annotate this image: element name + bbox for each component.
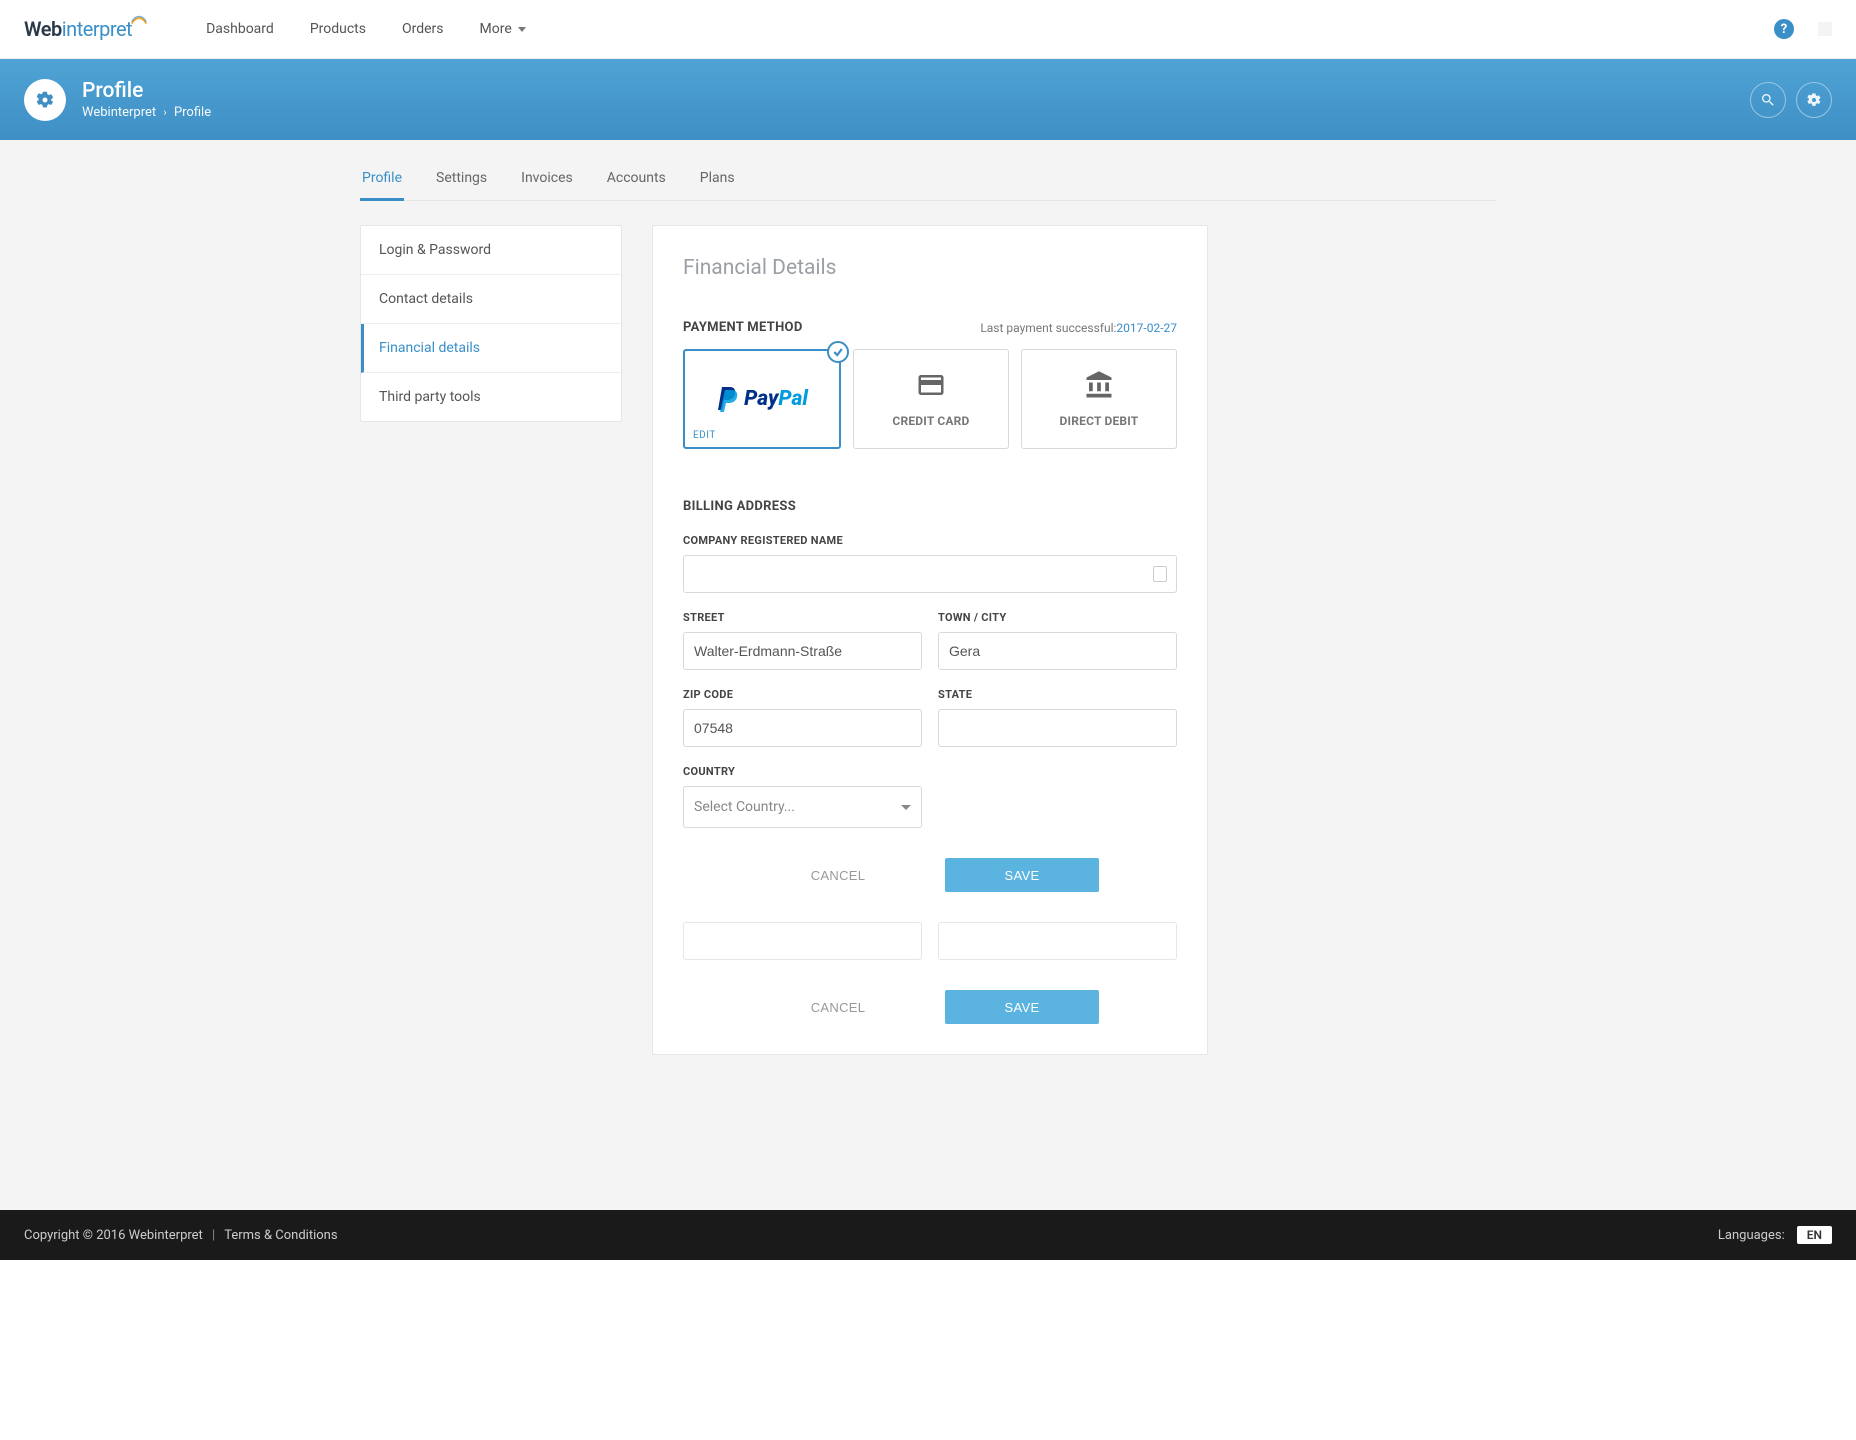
country-label: COUNTRY (683, 765, 922, 778)
chevron-down-icon (901, 805, 911, 810)
zip-input[interactable] (683, 709, 922, 747)
page-header: Profile Webinterpret › Profile (0, 59, 1856, 140)
button-row-2: CANCEL SAVE (683, 990, 1177, 1024)
sidenav-financial-details[interactable]: Financial details (361, 324, 621, 373)
help-icon[interactable]: ? (1774, 19, 1794, 39)
paypal-logo: PayPal (716, 385, 808, 413)
nav-more[interactable]: More (462, 0, 544, 59)
columns: Login & Password Contact details Financi… (360, 225, 1496, 1055)
sidenav-login-password[interactable]: Login & Password (361, 226, 621, 275)
sidenav-third-party-tools[interactable]: Third party tools (361, 373, 621, 421)
nav-dashboard[interactable]: Dashboard (188, 0, 292, 59)
autofill-icon (1153, 566, 1167, 582)
bank-icon (1084, 370, 1114, 404)
save-button-2[interactable]: SAVE (945, 990, 1099, 1024)
last-payment-date: 2017-02-27 (1116, 321, 1177, 335)
cancel-button-1[interactable]: CANCEL (761, 858, 915, 892)
state-label: STATE (938, 688, 1177, 701)
country-select[interactable]: Select Country... (683, 786, 922, 828)
country-placeholder: Select Country... (694, 799, 795, 815)
town-label: TOWN / CITY (938, 611, 1177, 624)
footer: Copyright © 2016 Webinterpret | Terms & … (0, 1210, 1856, 1260)
paypal-edit-link[interactable]: EDIT (693, 430, 716, 441)
state-input[interactable] (938, 709, 1177, 747)
footer-terms-link[interactable]: Terms & Conditions (224, 1228, 337, 1243)
tab-invoices[interactable]: Invoices (519, 170, 575, 200)
cancel-button-2[interactable]: CANCEL (761, 990, 915, 1024)
footer-copyright: Copyright © 2016 Webinterpret (24, 1228, 203, 1243)
nav-more-label: More (480, 21, 512, 37)
header-actions (1750, 82, 1832, 118)
payment-direct-debit[interactable]: DIRECT DEBIT (1021, 349, 1177, 449)
page-title: Profile (82, 79, 211, 103)
paypal-p-icon (716, 385, 740, 413)
languages-label: Languages: (1718, 1228, 1785, 1243)
crumb-leaf: Profile (174, 105, 211, 120)
page-body: Profile Settings Invoices Accounts Plans… (0, 140, 1856, 1210)
tab-accounts[interactable]: Accounts (605, 170, 668, 200)
billing-address-label: BILLING ADDRESS (683, 499, 1177, 514)
ghost-input-1[interactable] (683, 922, 922, 960)
last-payment-label: Last payment successful: (980, 321, 1116, 335)
town-input[interactable] (938, 632, 1177, 670)
header-search-button[interactable] (1750, 82, 1786, 118)
save-button-1[interactable]: SAVE (945, 858, 1099, 892)
header-gear-circle (24, 79, 66, 121)
top-nav: Webinterpret Dashboard Products Orders M… (0, 0, 1856, 59)
ghost-row (683, 922, 1177, 960)
crumb-root[interactable]: Webinterpret (82, 105, 156, 120)
payment-credit-card[interactable]: CREDIT CARD (853, 349, 1009, 449)
profile-chip-icon[interactable] (1818, 22, 1832, 36)
tab-settings[interactable]: Settings (434, 170, 489, 200)
company-label: COMPANY REGISTERED NAME (683, 534, 1177, 547)
search-icon (1760, 92, 1776, 108)
topnav-items: Dashboard Products Orders More (188, 0, 544, 59)
language-chip[interactable]: EN (1797, 1226, 1832, 1244)
button-row-1: CANCEL SAVE (683, 858, 1177, 892)
nav-products[interactable]: Products (292, 0, 384, 59)
last-payment: Last payment successful:2017-02-27 (980, 321, 1177, 335)
company-input[interactable] (683, 555, 1177, 593)
page-header-left: Profile Webinterpret › Profile (24, 79, 211, 121)
paypal-pay: Pay (744, 387, 778, 411)
zip-label: ZIP CODE (683, 688, 922, 701)
tabs: Profile Settings Invoices Accounts Plans (360, 140, 1496, 201)
logo-interpret: interpret (62, 17, 132, 41)
footer-left: Copyright © 2016 Webinterpret | Terms & … (24, 1228, 338, 1243)
check-icon (827, 341, 849, 363)
financial-details-card: Financial Details PAYMENT METHOD Last pa… (652, 225, 1208, 1055)
street-input[interactable] (683, 632, 922, 670)
logo[interactable]: Webinterpret (24, 14, 148, 44)
sidenav-contact-details[interactable]: Contact details (361, 275, 621, 324)
direct-debit-label: DIRECT DEBIT (1060, 414, 1139, 428)
street-label: STREET (683, 611, 922, 624)
caret-down-icon (518, 27, 526, 32)
payment-paypal[interactable]: PayPal EDIT (683, 349, 841, 449)
footer-right: Languages: EN (1718, 1226, 1832, 1244)
header-titles: Profile Webinterpret › Profile (82, 79, 211, 120)
gear-icon (35, 90, 55, 110)
logo-web: Web (24, 17, 62, 41)
footer-sep: | (212, 1228, 215, 1243)
ghost-input-2[interactable] (938, 922, 1177, 960)
logo-swirl-icon (130, 14, 148, 26)
credit-card-label: CREDIT CARD (892, 414, 969, 428)
side-nav: Login & Password Contact details Financi… (360, 225, 622, 422)
company-input-wrap (683, 555, 1177, 593)
credit-card-icon (916, 370, 946, 404)
nav-orders[interactable]: Orders (384, 0, 462, 59)
tab-profile[interactable]: Profile (360, 170, 404, 200)
topnav-right: ? (1774, 19, 1832, 39)
breadcrumb: Webinterpret › Profile (82, 105, 211, 120)
payment-method-row: PayPal EDIT CREDIT CARD DIRECT DEBIT (683, 349, 1177, 449)
card-title: Financial Details (683, 256, 1177, 280)
gear-icon (1806, 92, 1822, 108)
tab-plans[interactable]: Plans (698, 170, 737, 200)
payment-method-label: PAYMENT METHOD (683, 320, 803, 335)
paypal-pal: Pal (778, 387, 807, 411)
payment-method-header: PAYMENT METHOD Last payment successful:2… (683, 320, 1177, 335)
header-settings-button[interactable] (1796, 82, 1832, 118)
chevron-right-icon: › (163, 106, 166, 119)
